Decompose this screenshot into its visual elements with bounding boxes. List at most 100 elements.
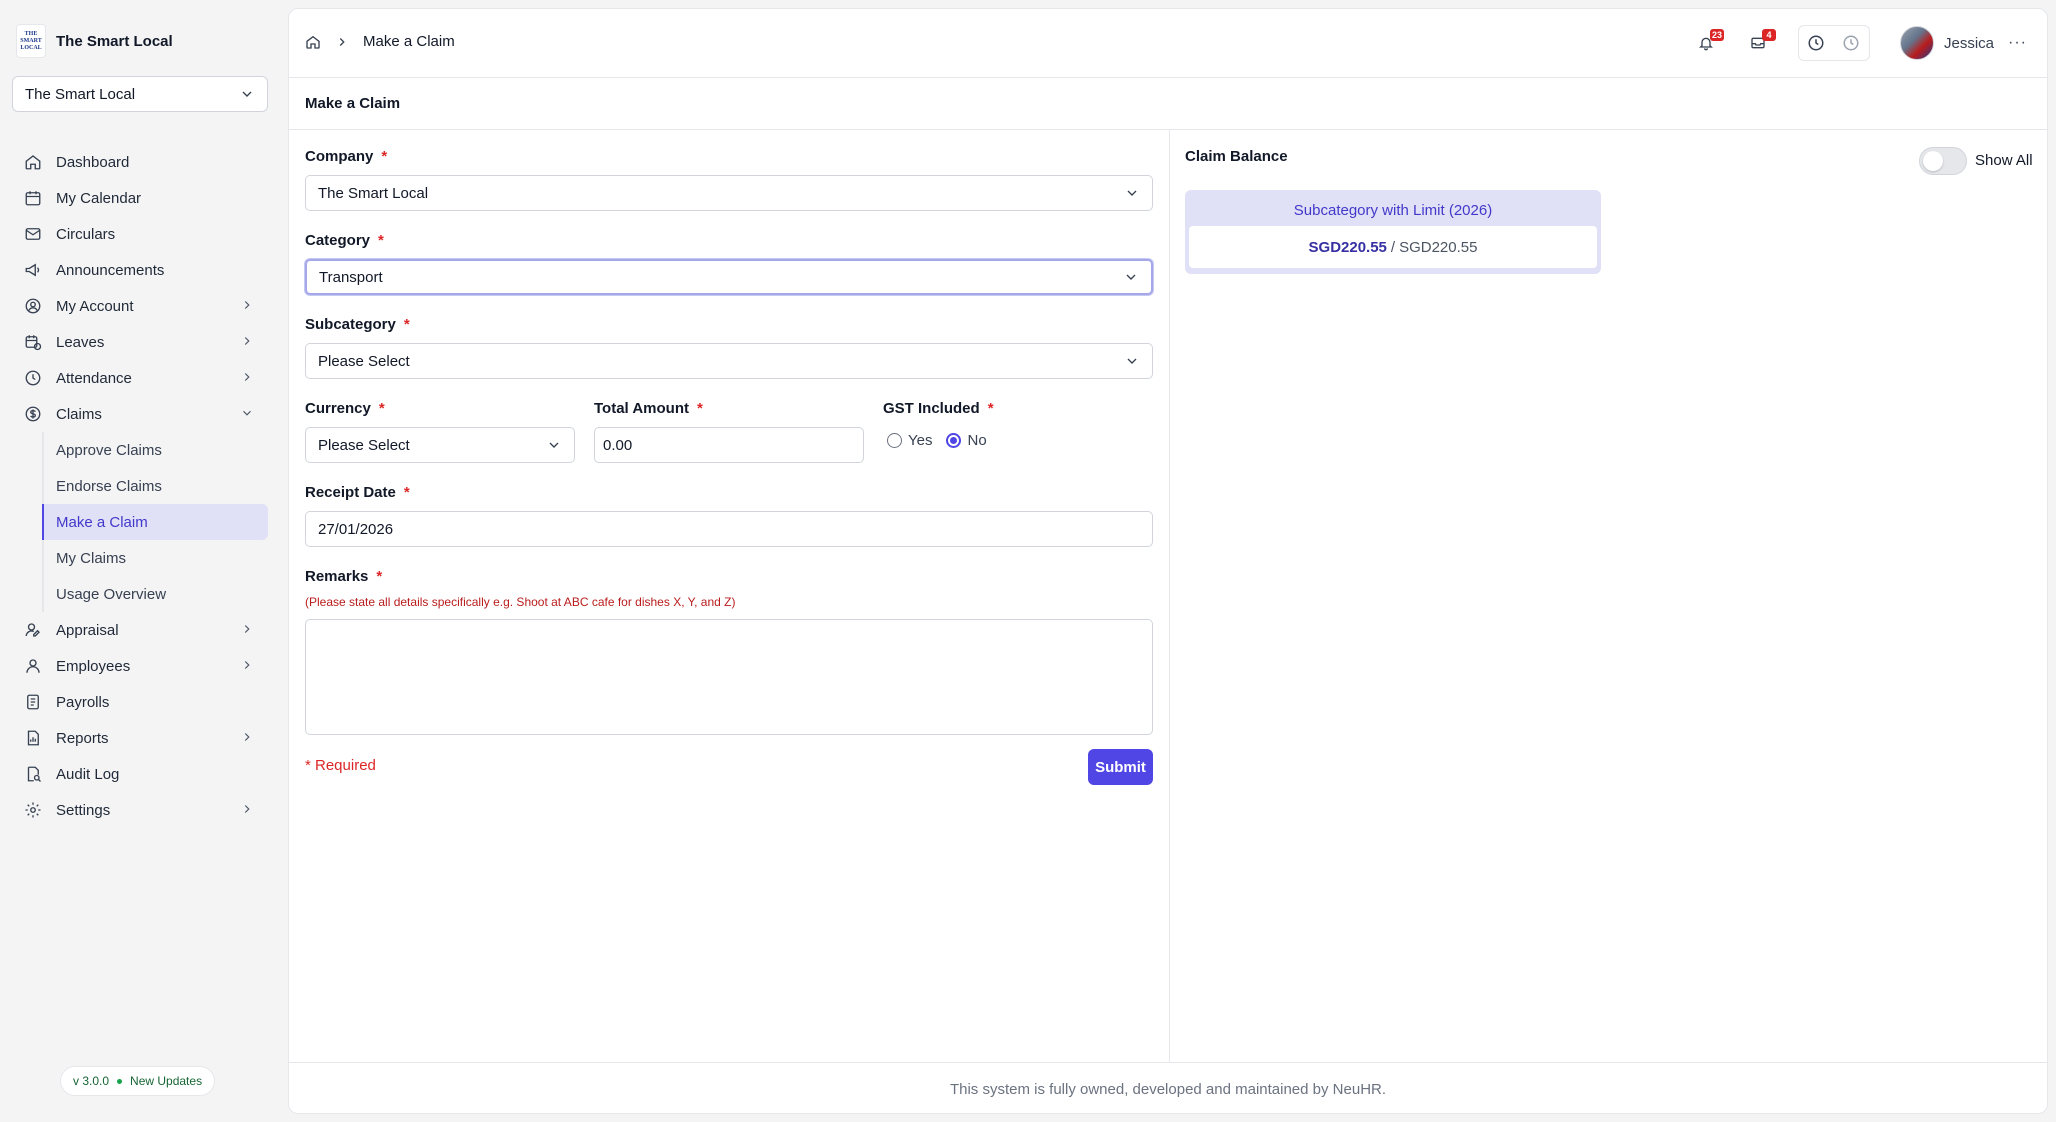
- gst-no-radio[interactable]: No: [946, 432, 987, 449]
- breadcrumb: Make a Claim: [305, 33, 455, 50]
- gst-no-label: No: [967, 432, 987, 449]
- footer-divider: [289, 1062, 2047, 1063]
- notifications-count-badge: 23: [1709, 29, 1724, 41]
- remarks-textarea[interactable]: [305, 619, 1153, 735]
- breadcrumb-current: Make a Claim: [363, 33, 455, 50]
- currency-label: Currency *: [305, 400, 385, 417]
- calendar-clock-icon: [24, 333, 42, 351]
- receipt-icon: [24, 693, 42, 711]
- sidebar-item-label: Settings: [56, 801, 111, 819]
- company-select[interactable]: The Smart Local: [305, 175, 1153, 211]
- submenu-item-make-a-claim[interactable]: Make a Claim: [42, 504, 268, 540]
- sidebar-item-settings[interactable]: Settings: [12, 792, 268, 828]
- sidebar-item-leaves[interactable]: Leaves: [12, 324, 268, 360]
- page-title: Make a Claim: [305, 95, 401, 112]
- submenu-item-approve-claims[interactable]: Approve Claims: [44, 432, 268, 468]
- sidebar-item-label: My Calendar: [56, 189, 142, 207]
- category-label: Category *: [305, 232, 384, 249]
- brand[interactable]: THE SMART LOCAL The Smart Local: [16, 24, 173, 58]
- subcategory-label-text: Subcategory: [305, 316, 396, 333]
- company-select-value: The Smart Local: [318, 184, 429, 202]
- sidebar-item-account[interactable]: My Account: [12, 288, 268, 324]
- total-amount-input[interactable]: 0.00: [594, 427, 864, 463]
- divider: [289, 129, 2047, 130]
- sidebar-item-employees[interactable]: Employees: [12, 648, 268, 684]
- claim-balance-card-title: Subcategory with Limit (2026): [1293, 201, 1493, 219]
- dollar-circle-icon: [24, 405, 42, 423]
- gst-yes-label: Yes: [908, 432, 933, 449]
- status-dot: [117, 1078, 123, 1084]
- clock-out-icon[interactable]: [1842, 34, 1860, 52]
- sidebar-item-reports[interactable]: Reports: [12, 720, 268, 756]
- file-search-icon: [24, 765, 42, 783]
- gst-yes-radio[interactable]: Yes: [887, 432, 932, 449]
- remarks-hint: (Please state all details specifically e…: [305, 595, 736, 609]
- submenu-item-my-claims[interactable]: My Claims: [44, 540, 268, 576]
- chevron-right-icon: [244, 337, 250, 345]
- version-badge[interactable]: v 3.0.0 New Updates: [60, 1066, 216, 1096]
- subcategory-select[interactable]: Please Select: [305, 343, 1153, 379]
- user-circle-icon: [24, 297, 42, 315]
- submenu-item-endorse-claims[interactable]: Endorse Claims: [44, 468, 268, 504]
- currency-select[interactable]: Please Select: [305, 427, 575, 463]
- sidebar-item-audit-log[interactable]: Audit Log: [12, 756, 268, 792]
- chevron-right-icon: [244, 373, 250, 381]
- tasks-button[interactable]: 4: [1744, 29, 1776, 57]
- sidebar-item-appraisal[interactable]: Appraisal: [12, 612, 268, 648]
- sidebar-item-calendar[interactable]: My Calendar: [12, 180, 268, 216]
- sidebar-item-attendance[interactable]: Attendance: [12, 360, 268, 396]
- claim-balance-title: Claim Balance: [1185, 148, 1288, 165]
- submit-button[interactable]: Submit: [1088, 749, 1153, 785]
- required-marker: *: [378, 232, 384, 249]
- report-icon: [24, 729, 42, 747]
- sidebar-item-label: My Account: [56, 297, 134, 315]
- notifications-button[interactable]: 23: [1692, 29, 1724, 57]
- radio-circle[interactable]: [887, 433, 902, 448]
- mail-icon: [24, 225, 42, 243]
- submenu-item-usage-overview[interactable]: Usage Overview: [44, 576, 268, 612]
- clock-in-out-group: [1797, 25, 1870, 61]
- sidebar-item-label: Dashboard: [56, 153, 130, 171]
- radio-circle-selected[interactable]: [946, 433, 962, 448]
- clock-in-icon[interactable]: [1807, 34, 1825, 52]
- receipt-date-input[interactable]: 27/01/2026: [305, 511, 1153, 547]
- claim-balance-separator: /: [1390, 238, 1396, 256]
- home-icon: [24, 153, 42, 171]
- gst-included-label: GST Included *: [883, 400, 994, 417]
- column-divider: [1169, 130, 1170, 1062]
- avatar[interactable]: [1899, 26, 1934, 60]
- sidebar-item-circulars[interactable]: Circulars: [12, 216, 268, 252]
- receipt-date-label-text: Receipt Date: [305, 484, 396, 501]
- total-amount-label-text: Total Amount: [594, 400, 689, 417]
- sidebar-item-label: Claims: [56, 405, 102, 423]
- sidebar-item-dashboard[interactable]: Dashboard: [12, 144, 268, 180]
- brand-logo: THE SMART LOCAL: [16, 24, 46, 58]
- new-updates-link: New Updates: [130, 1074, 203, 1088]
- chevron-right-icon: [244, 661, 250, 669]
- remarks-label-text: Remarks: [305, 568, 369, 585]
- sidebar-item-announcements[interactable]: Announcements: [12, 252, 268, 288]
- megaphone-icon: [24, 261, 42, 279]
- required-marker: *: [696, 400, 703, 417]
- chevron-right-icon: [244, 805, 250, 813]
- currency-label-text: Currency: [305, 400, 371, 417]
- more-options-icon[interactable]: ···: [2008, 34, 2027, 52]
- sidebar-item-label: Attendance: [56, 369, 132, 387]
- show-all-toggle[interactable]: [1919, 147, 1967, 175]
- user-name[interactable]: Jessica: [1944, 35, 1994, 52]
- sidebar-item-label: Reports: [56, 729, 109, 747]
- total-amount-label: Total Amount *: [594, 400, 703, 417]
- company-switcher[interactable]: The Smart Local: [12, 76, 268, 112]
- category-select[interactable]: Transport: [305, 259, 1153, 295]
- claim-balance-limit: SGD220.55: [1399, 238, 1478, 256]
- sidebar-item-claims[interactable]: Claims: [12, 396, 268, 432]
- chevron-down-icon: [1127, 190, 1137, 196]
- remarks-label: Remarks *: [305, 568, 382, 585]
- company-label-text: Company: [305, 148, 374, 165]
- company-label: Company *: [305, 148, 387, 165]
- gst-radio-group: Yes No: [887, 432, 987, 449]
- sidebar-item-label: Circulars: [56, 225, 116, 243]
- sidebar-nav: Dashboard My Calendar Circulars Announce…: [12, 144, 268, 828]
- home-icon[interactable]: [305, 34, 321, 50]
- sidebar-item-payrolls[interactable]: Payrolls: [12, 684, 268, 720]
